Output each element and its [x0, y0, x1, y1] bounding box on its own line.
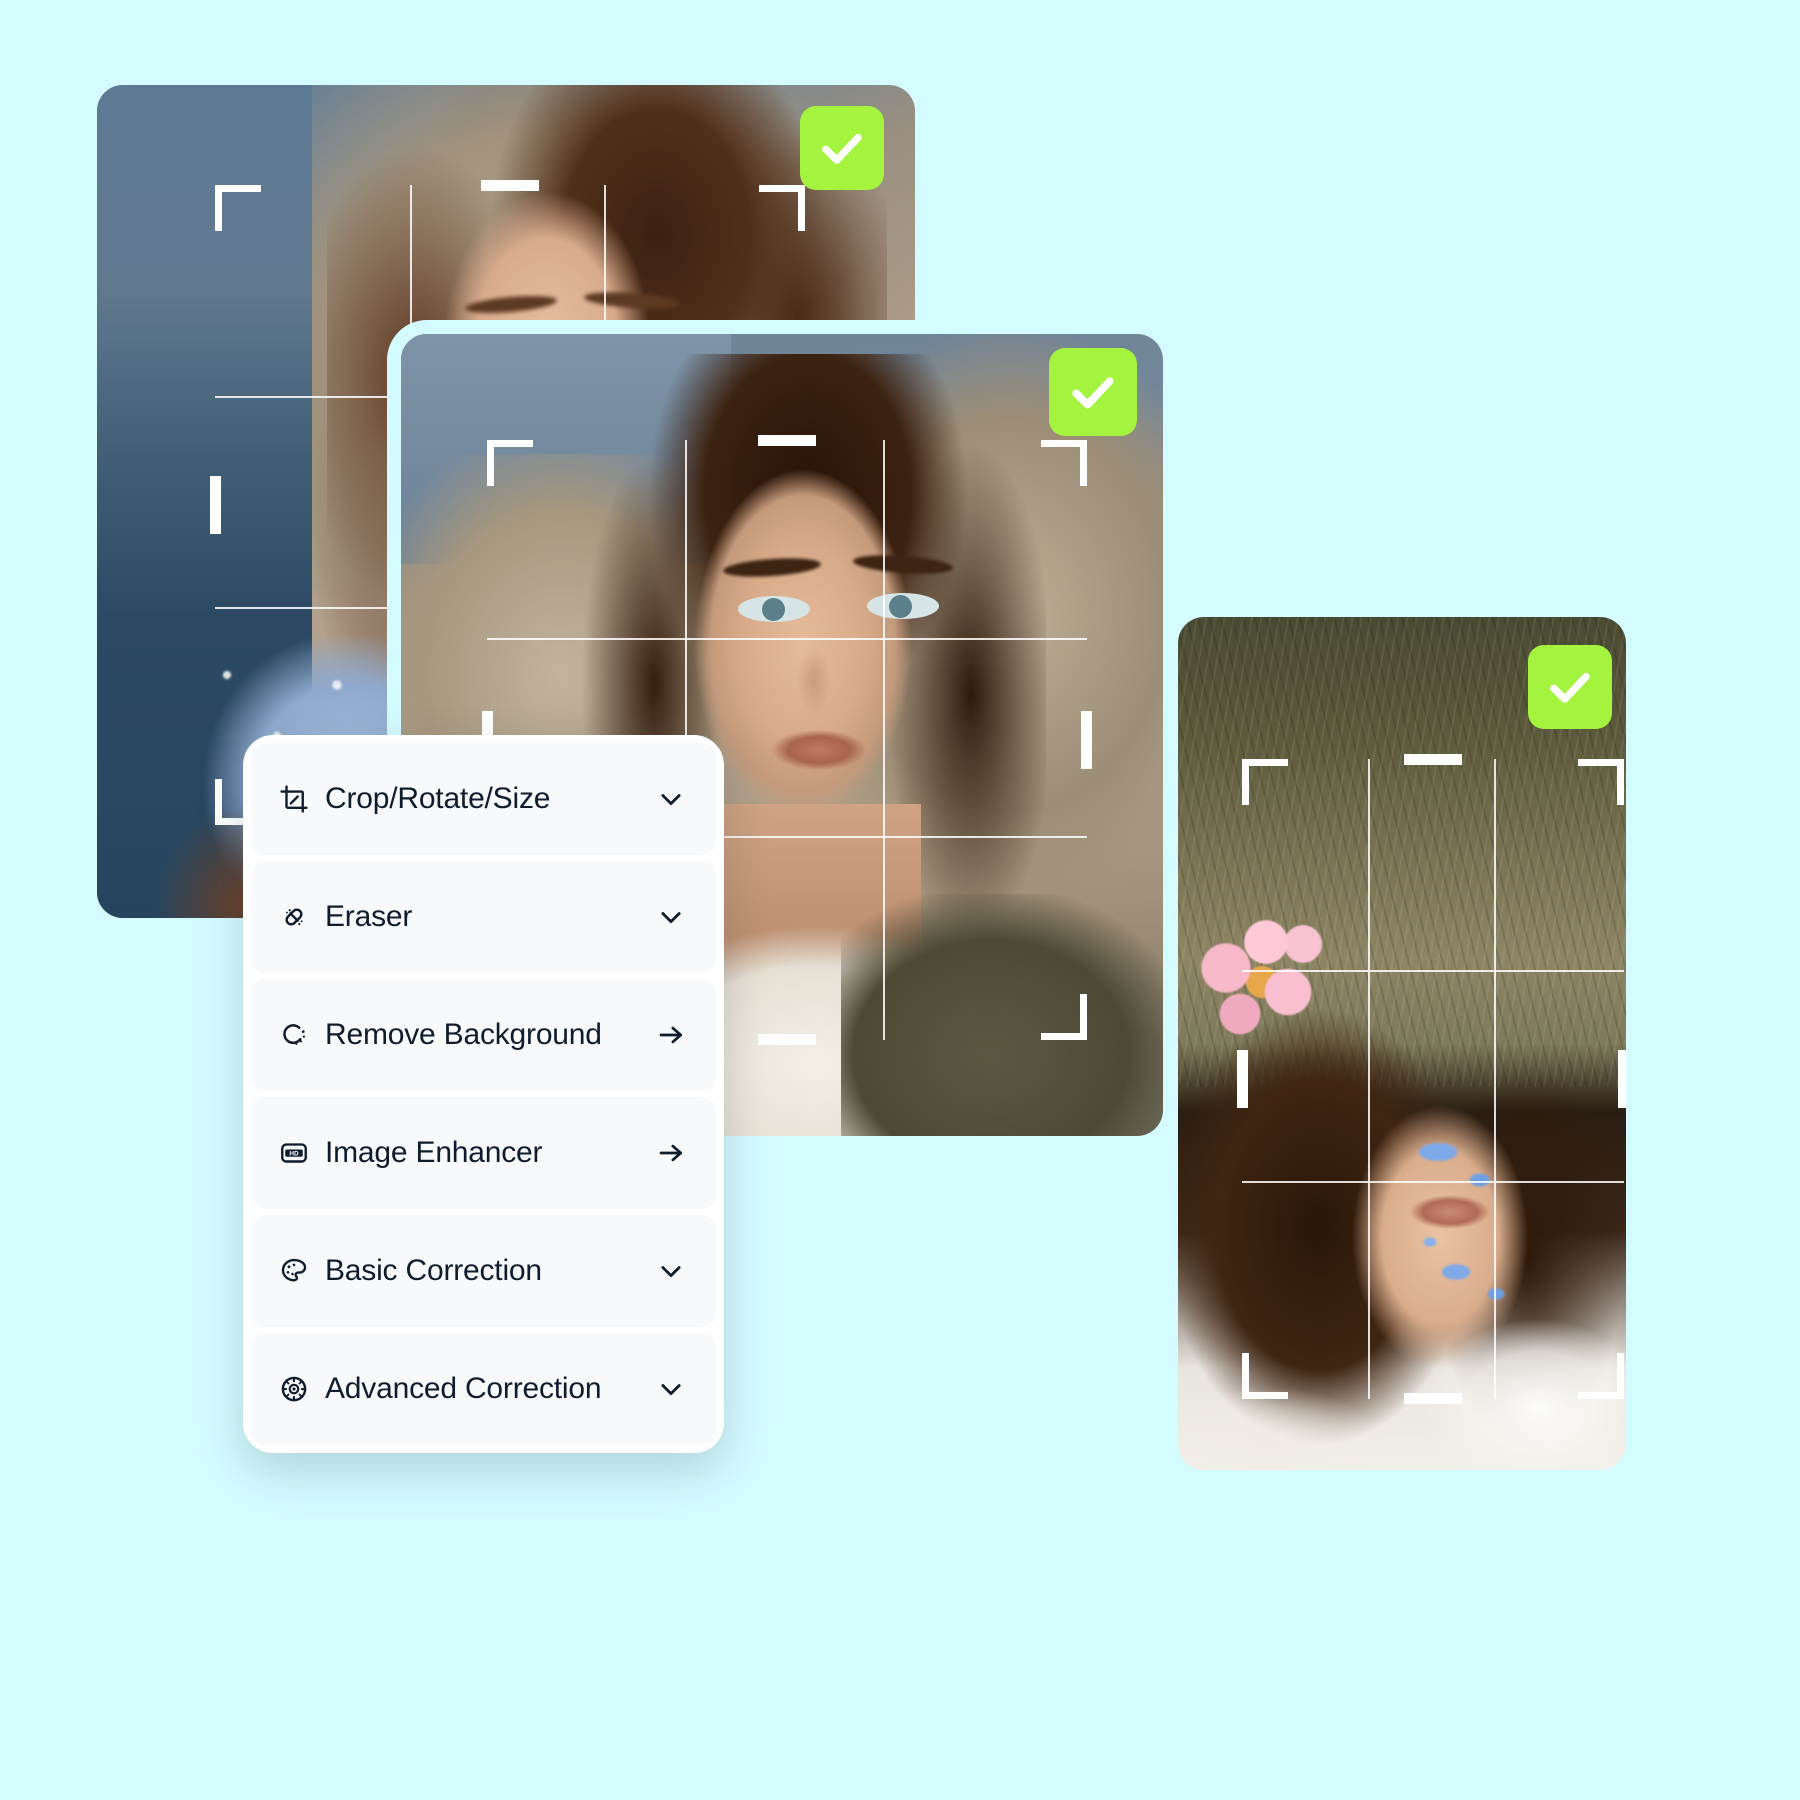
menu-item-advanced-correction[interactable]: Advanced Correction — [251, 1333, 716, 1445]
hd-icon: HD — [277, 1136, 311, 1170]
remove-background-icon — [277, 1018, 311, 1052]
menu-item-label: Basic Correction — [325, 1254, 542, 1287]
menu-item-crop-rotate-size[interactable]: Crop/Rotate/Size — [251, 743, 716, 855]
status-badge-back-left — [800, 106, 884, 190]
status-badge-right — [1528, 645, 1612, 729]
menu-item-image-enhancer[interactable]: HD Image Enhancer — [251, 1097, 716, 1209]
menu-item-basic-correction[interactable]: Basic Correction — [251, 1215, 716, 1327]
chevron-down-icon[interactable] — [654, 900, 688, 934]
chevron-down-icon[interactable] — [654, 1254, 688, 1288]
palette-icon — [277, 1254, 311, 1288]
eraser-icon — [277, 900, 311, 934]
arrow-right-icon[interactable] — [654, 1018, 688, 1052]
photo-card-right[interactable] — [1178, 617, 1626, 1470]
menu-item-remove-background[interactable]: Remove Background — [251, 979, 716, 1091]
menu-item-label: Advanced Correction — [325, 1372, 602, 1405]
chevron-down-icon[interactable] — [654, 1372, 688, 1406]
tool-menu-panel: Crop/Rotate/Size Eraser Remove Backgroun… — [243, 735, 724, 1453]
checkmark-icon — [1544, 661, 1596, 713]
photo-image-right — [1178, 617, 1626, 1470]
menu-item-eraser[interactable]: Eraser — [251, 861, 716, 973]
app-canvas: Crop/Rotate/Size Eraser Remove Backgroun… — [0, 0, 1800, 1800]
checkmark-icon — [1066, 365, 1120, 419]
menu-item-label: Remove Background — [325, 1018, 602, 1051]
chevron-down-icon[interactable] — [654, 782, 688, 816]
menu-item-label: Eraser — [325, 900, 413, 933]
crop-icon — [277, 782, 311, 816]
arrow-right-icon[interactable] — [654, 1136, 688, 1170]
status-badge-center — [1049, 348, 1137, 436]
checkmark-icon — [816, 122, 868, 174]
menu-item-label: Image Enhancer — [325, 1136, 543, 1169]
svg-text:HD: HD — [289, 1150, 299, 1157]
menu-item-label: Crop/Rotate/Size — [325, 782, 551, 815]
color-wheel-icon — [277, 1372, 311, 1406]
